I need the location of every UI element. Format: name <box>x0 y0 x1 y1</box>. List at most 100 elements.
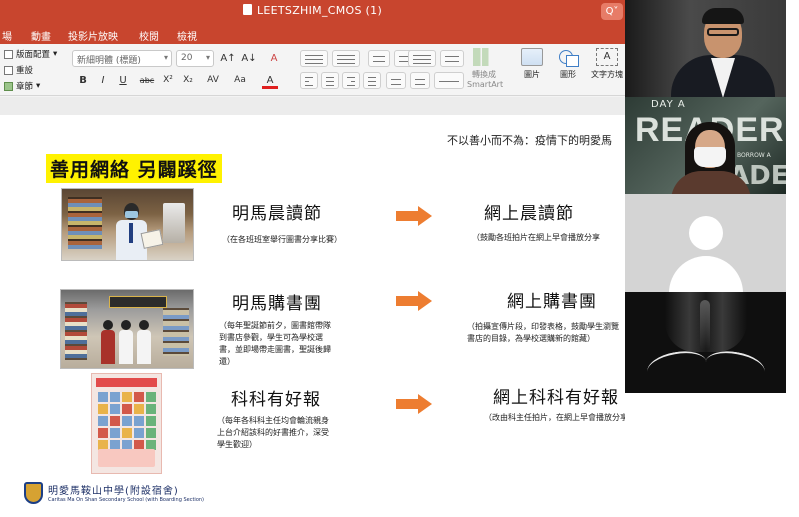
columns-button[interactable] <box>440 50 464 67</box>
avatar-body <box>669 256 743 292</box>
font-color-button[interactable]: A <box>262 72 278 89</box>
char-spacing-button[interactable]: AV <box>204 72 222 89</box>
row2-right-desc: （拍攝宣傳片段，印發表格，鼓勵學生瀏覽書店的目錄，為學校選購新的館藏） <box>467 322 619 343</box>
participant-video-3[interactable] <box>625 194 786 292</box>
textbox-label: 文字方塊 <box>591 70 623 79</box>
section-button[interactable]: 章節 ▾ <box>4 79 40 93</box>
picture-label: 圖片 <box>524 70 540 79</box>
align-text-button[interactable] <box>410 72 430 89</box>
slide-header-text: 不以善小而不為：疫情下的明愛馬 <box>447 134 612 147</box>
row2-left-desc: （每年聖誕節前夕，圖書館帶隊到書店參觀，學生可為學校選書，並即場帶走圖書，聖誕後… <box>219 321 331 366</box>
indent-decrease-button[interactable] <box>368 50 390 67</box>
shrink-font-button[interactable]: A↓ <box>240 50 258 67</box>
background-sign-text: BORROW A <box>737 152 771 159</box>
tab-review[interactable]: 校閱 <box>139 28 159 43</box>
section-icon <box>4 81 13 91</box>
shapes-label: 圖形 <box>560 70 576 79</box>
superscript-button[interactable]: X² <box>161 72 175 89</box>
row3-right-title: 網上科科有好報 <box>493 388 619 408</box>
row2-left-title: 明馬購書團 <box>232 294 322 314</box>
textbox-icon: A <box>596 48 618 66</box>
school-name-en: Caritas Ma On Shan Secondary School (wit… <box>48 497 204 503</box>
row3-left-title: 科科有好報 <box>231 390 321 410</box>
layout-button[interactable]: 版面配置 ▾ <box>4 47 57 61</box>
align-right-button[interactable] <box>342 72 360 89</box>
text-direction-button[interactable] <box>386 72 406 89</box>
align-left-button[interactable] <box>300 72 318 89</box>
justify-button[interactable] <box>363 72 381 89</box>
layout-icon <box>4 49 13 59</box>
picture-icon <box>521 48 543 66</box>
chevron-down-icon: ▾ <box>36 81 41 91</box>
convert-smartart-suffix: SmartArt <box>467 80 504 89</box>
align-center-button[interactable] <box>321 72 339 89</box>
participant-video-2[interactable]: DAY A READER BORROW A ADER <box>625 97 786 194</box>
row1-right-title: 網上晨讀節 <box>484 204 574 224</box>
participant-video-1[interactable] <box>625 0 786 97</box>
convert-smartart-label: 轉換成 <box>472 70 496 79</box>
slide-editor-area: 不以善小而不為：疫情下的明愛馬 善用網絡 另闢蹊徑 明馬晨讀節 （在各班班室舉行… <box>0 97 625 517</box>
search-icon[interactable]: Q˅ <box>601 3 623 20</box>
text-effects-button[interactable] <box>434 72 464 89</box>
book-recommendation-poster <box>91 373 162 474</box>
chevron-down-icon: ▾ <box>205 53 210 62</box>
bullets-button[interactable] <box>300 50 328 67</box>
reset-label: 重設 <box>16 66 34 76</box>
arrow-right-icon <box>396 291 432 311</box>
chevron-down-icon: ▾ <box>53 49 58 59</box>
row3-left-desc: （每年各科科主任均會輪流親身上台介紹該科的好書推介，深受學生歡迎） <box>217 416 329 449</box>
clear-format-button[interactable]: A <box>265 50 283 67</box>
school-crest-icon <box>24 482 43 504</box>
picture-button[interactable]: 圖片 <box>517 48 547 80</box>
tab-slideshow[interactable]: 投影片放映 <box>68 28 118 43</box>
layout-label: 版面配置 <box>16 50 51 60</box>
tab-view[interactable]: 檢視 <box>177 28 197 43</box>
powerpoint-window: LEETSZHIM_CMOS (1) Q˅ 場 動畫 投影片放映 校閱 檢視 版… <box>0 0 625 517</box>
grow-font-button[interactable]: A↑ <box>219 50 237 67</box>
bookstore-photo <box>60 289 194 369</box>
numbering-button[interactable] <box>332 50 360 67</box>
font-size-value: 20 <box>181 53 193 63</box>
row2-right-title: 網上購書團 <box>507 292 597 312</box>
section-label: 章節 <box>16 82 34 92</box>
avatar-icon <box>689 216 723 250</box>
shapes-icon <box>557 48 579 67</box>
reset-icon <box>4 65 13 75</box>
reset-button[interactable]: 重設 <box>4 63 33 77</box>
reading-photo <box>61 188 194 261</box>
font-name-value: 新細明體 (標題) <box>77 56 141 66</box>
tab-animations[interactable]: 動畫 <box>31 28 51 43</box>
school-name-zh: 明愛馬鞍山中學(附設宿舍) <box>48 486 179 497</box>
chevron-down-icon: ▾ <box>163 53 168 62</box>
underline-button[interactable]: U <box>116 72 130 89</box>
ribbon-toolbar: 版面配置 ▾ 重設 章節 ▾ 新細明體 (標題) ▾ 20 ▾ A↑ A↓ A B I … <box>0 44 625 96</box>
strikethrough-button[interactable]: abc <box>137 72 157 89</box>
textbox-button[interactable]: A 文字方塊 <box>590 48 624 80</box>
slides-group: 版面配置 ▾ 重設 章節 ▾ <box>0 44 62 96</box>
font-name-select[interactable]: 新細明體 (標題) ▾ <box>72 50 172 67</box>
italic-button[interactable]: I <box>96 72 110 89</box>
document-title: LEETSZHIM_CMOS (1) <box>0 4 625 17</box>
line-spacing-button[interactable] <box>408 50 436 67</box>
video-participants-panel: DAY A READER BORROW A ADER <box>625 0 799 517</box>
convert-smartart-button[interactable]: 轉換成 SmartArt <box>467 48 504 89</box>
title-bar: LEETSZHIM_CMOS (1) Q˅ <box>0 0 625 24</box>
document-title-text: LEETSZHIM_CMOS (1) <box>256 4 383 17</box>
row3-right-desc: （改由科主任拍片，在網上早會播放分享） <box>484 413 625 422</box>
row1-right-desc: （鼓勵各班拍片在網上早會播放分享 <box>472 233 600 242</box>
font-size-select[interactable]: 20 ▾ <box>176 50 214 67</box>
row1-left-desc: （在各班班室舉行圖書分享比賽） <box>222 235 342 244</box>
bold-button[interactable]: B <box>76 72 90 89</box>
smartart-icon <box>473 48 495 66</box>
ribbon-tabs: 場 動畫 投影片放映 校閱 檢視 <box>0 24 625 44</box>
participant-video-4[interactable] <box>625 292 786 393</box>
slide-canvas[interactable]: 不以善小而不為：疫情下的明愛馬 善用網絡 另闢蹊徑 明馬晨讀節 （在各班班室舉行… <box>0 115 625 517</box>
change-case-button[interactable]: Aa <box>231 72 249 89</box>
slide-main-title: 善用網絡 另闢蹊徑 <box>46 154 222 183</box>
row1-left-title: 明馬晨讀節 <box>232 204 322 224</box>
document-icon <box>242 4 252 15</box>
shapes-button[interactable]: 圖形 <box>553 48 583 80</box>
background-sign-text: DAY A <box>651 99 686 110</box>
tab-transitions[interactable]: 場 <box>2 28 12 43</box>
subscript-button[interactable]: X₂ <box>181 72 195 89</box>
